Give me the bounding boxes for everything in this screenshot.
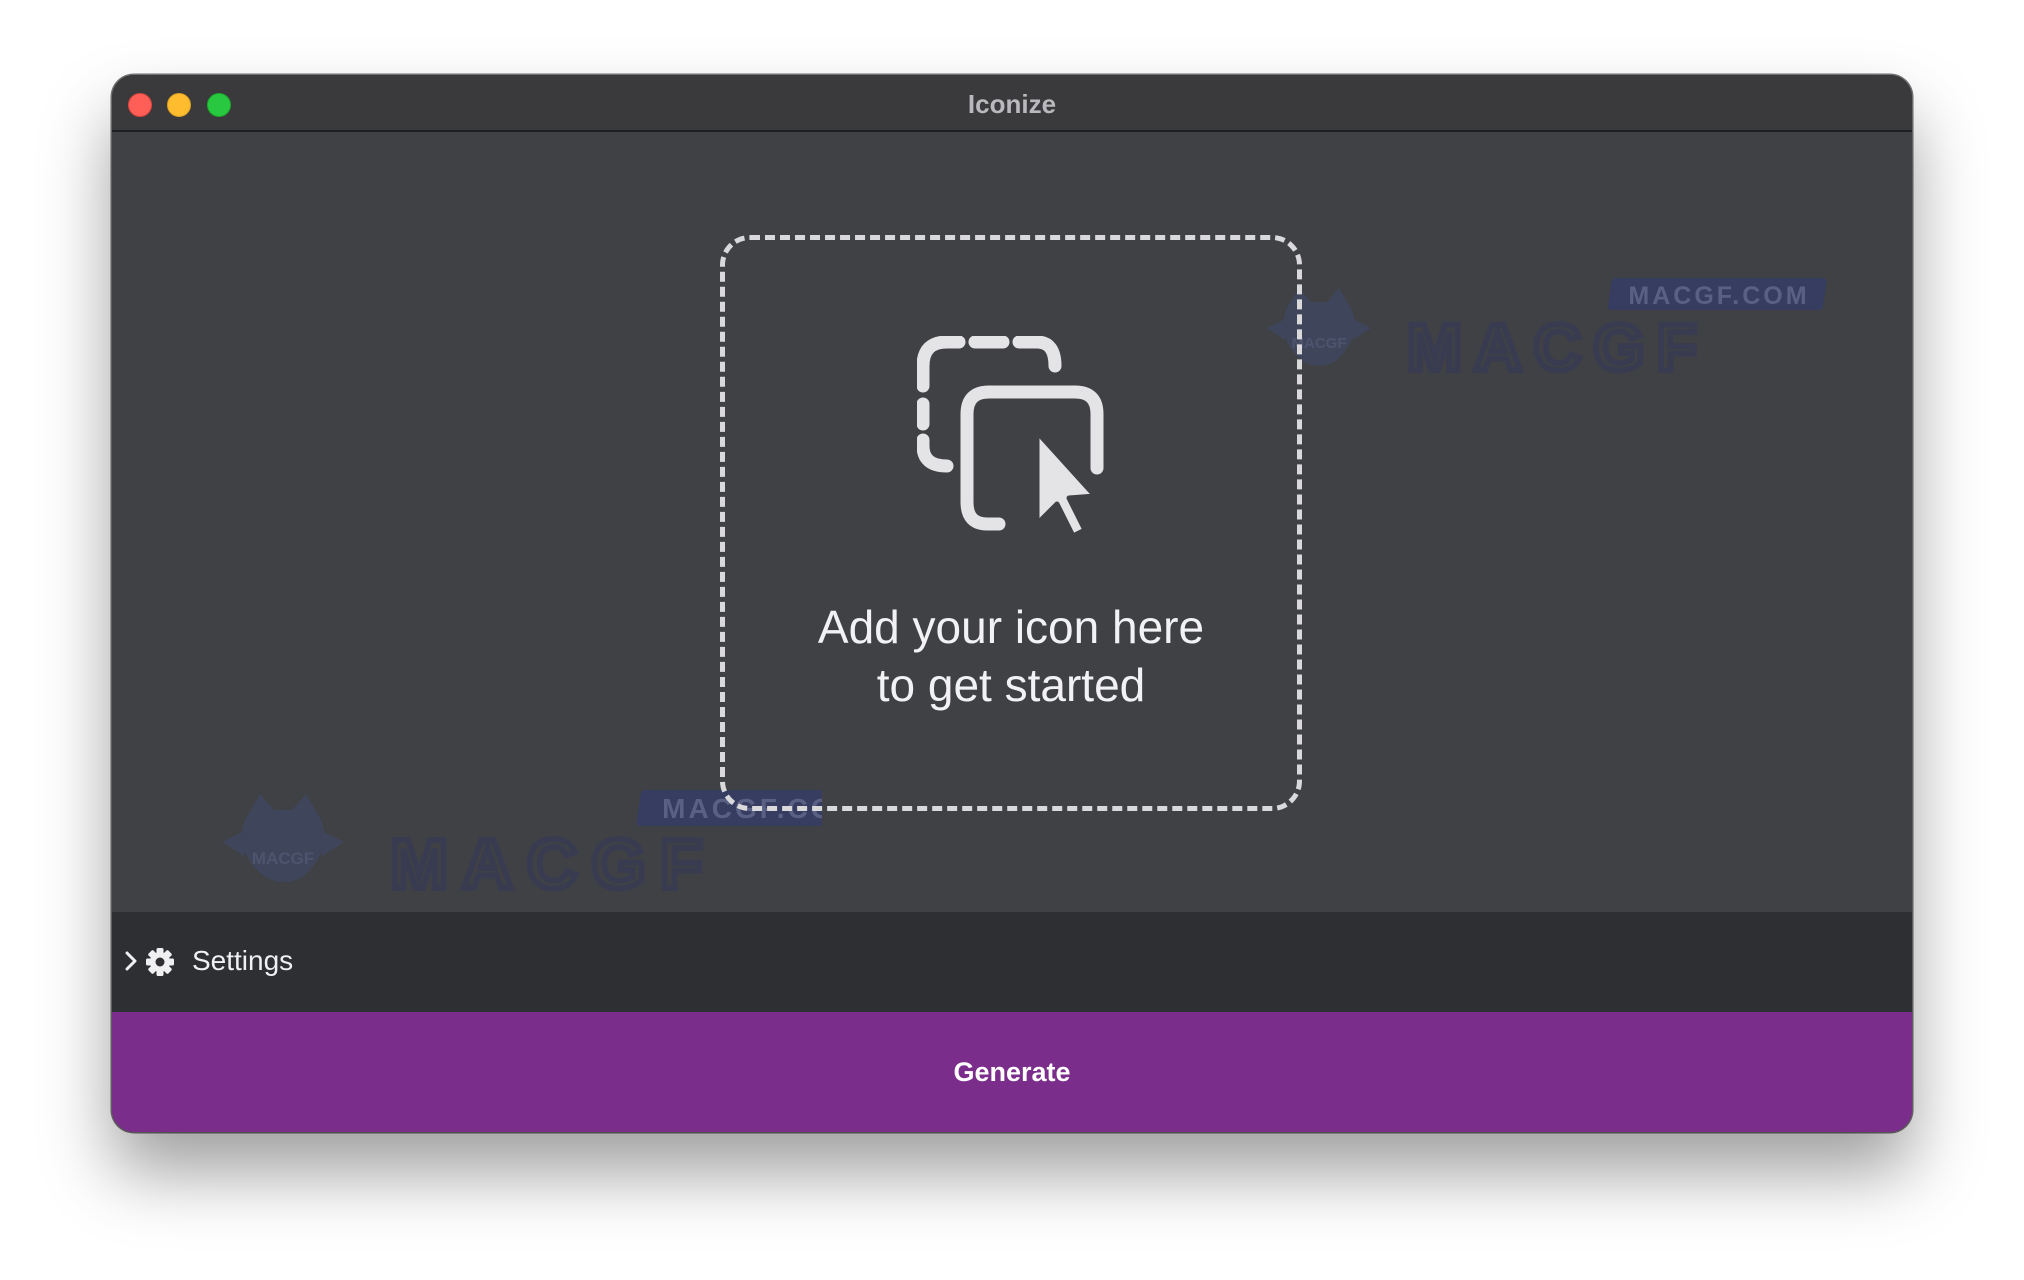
generate-button[interactable]: Generate: [112, 1012, 1912, 1132]
svg-text:MACGF: MACGF: [252, 849, 314, 868]
title-bar[interactable]: Iconize: [112, 75, 1912, 132]
drop-zone-line-2: to get started: [876, 659, 1146, 711]
cursor-in-frames-icon: [917, 336, 1104, 536]
settings-disclosure[interactable]: Settings: [112, 912, 1912, 1012]
svg-text:MACGF.COM: MACGF.COM: [1628, 282, 1809, 310]
app-window: Iconize MACGF MACGF.COM MACGF MACGF MACG…: [112, 75, 1912, 1132]
icon-drop-zone[interactable]: Add your icon here to get started: [720, 235, 1302, 811]
drop-zone-instructions: Add your icon here to get started: [725, 598, 1297, 714]
svg-text:MACGF: MACGF: [390, 825, 717, 894]
chevron-right-icon[interactable]: [124, 950, 138, 972]
svg-text:MACGF: MACGF: [1407, 310, 1709, 378]
gear-icon: [146, 948, 174, 976]
window-title: Iconize: [967, 89, 1057, 119]
watermark-logo-icon: MACGF MACGF.COM MACGF: [1267, 278, 1827, 387]
drop-zone-line-1: Add your icon here: [817, 601, 1205, 653]
watermark: MACGF MACGF.COM MACGF: [1267, 278, 1847, 387]
main-content: MACGF MACGF.COM MACGF MACGF MACGF.COM MA…: [112, 132, 1912, 912]
settings-label[interactable]: Settings: [192, 945, 293, 977]
